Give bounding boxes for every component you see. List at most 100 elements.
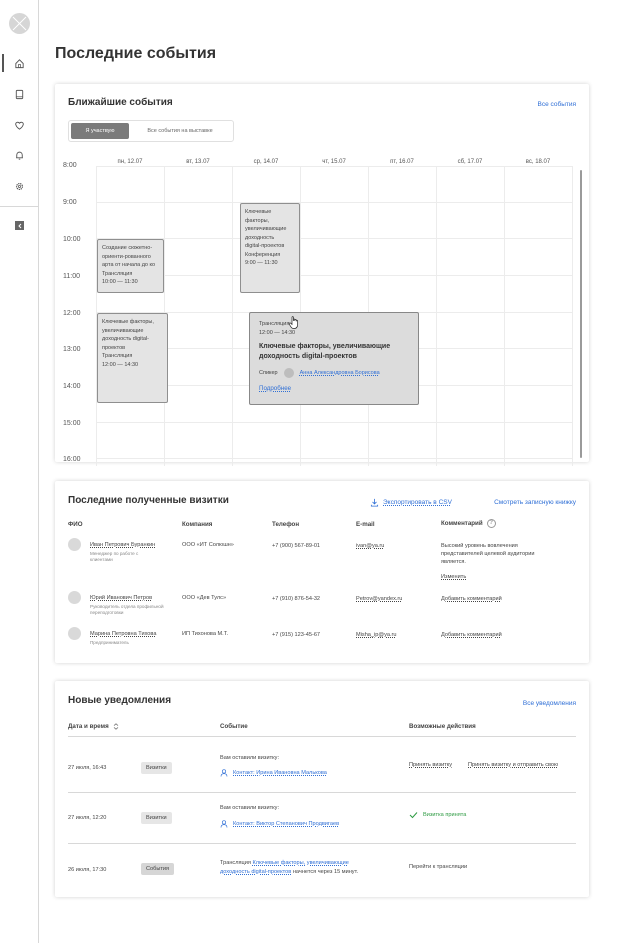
accept-and-send-link[interactable]: Принять визитку и отправить свою (468, 761, 558, 769)
calendar-event[interactable]: Ключевые факторы, увеличивающие доходнос… (97, 313, 168, 403)
events-filter-toggle: Я участвую Все события на выставке (68, 120, 234, 142)
event-line: доходность (245, 234, 275, 241)
popup-more-link[interactable]: Подробнее (259, 385, 291, 392)
notification-contact-wrap: Контакт: Ирина Ивановна Малькова (220, 769, 327, 777)
time-label: 9:00 (63, 199, 77, 206)
event-line: проектов (102, 344, 126, 351)
col-header-comment: Комментарий (441, 520, 483, 527)
grid-line (232, 166, 233, 466)
sidebar-collapse-button[interactable] (15, 221, 24, 230)
nav-notifications[interactable] (12, 148, 27, 163)
home-icon (15, 59, 24, 69)
contact-email[interactable]: ivan@ya.ru (356, 542, 384, 550)
nav-settings[interactable] (12, 179, 27, 194)
popup-speaker-link[interactable]: Анна Александровна Борисова (300, 370, 380, 376)
card-accepted-status: Визитка принята (409, 811, 466, 819)
download-icon (370, 498, 379, 507)
col-header-phone: Телефон (272, 521, 300, 528)
sidebar-divider (0, 206, 38, 207)
nav-catalog[interactable] (12, 87, 27, 102)
nav-favorites[interactable] (12, 118, 27, 133)
book-icon (15, 89, 24, 100)
event-line: Ключевые (245, 209, 272, 215)
all-events-link[interactable]: Все события (538, 101, 576, 108)
export-csv-wrap: Экспортировать в CSV (370, 498, 452, 507)
notification-contact-link[interactable]: Контакт: Виктор Степанович Продвигаев (233, 821, 339, 827)
event-line: Трансляция (102, 270, 133, 277)
event-link[interactable]: доходность digital-проектов (220, 869, 291, 875)
grid-line (572, 166, 573, 466)
nav-home[interactable] (12, 56, 27, 71)
filter-all-events[interactable]: Все события на выставке (129, 123, 231, 139)
contact-position: Предприниматель (90, 640, 129, 645)
business-cards-card: Последние полученные визитки Экспортиров… (55, 481, 589, 663)
notebook-link[interactable]: Смотреть записную книжку (494, 499, 576, 506)
col-header-name: ФИО (68, 521, 83, 528)
contact-avatar (68, 538, 81, 551)
calendar-scrollbar[interactable] (580, 170, 582, 458)
col-header-actions: Возможные действия (409, 723, 476, 730)
notification-badge: Визитки (141, 812, 172, 824)
export-csv-link[interactable]: Экспортировать в CSV (383, 499, 452, 506)
business-cards-title: Последние полученные визитки (68, 495, 229, 506)
user-avatar[interactable] (9, 13, 30, 34)
day-header: вс, 18.07 (525, 159, 551, 165)
calendar-event[interactable]: Создание сюжетно- ориенти-рованного арта… (97, 239, 164, 293)
col-header-event: Событие (220, 723, 248, 730)
event-detail-popup[interactable]: Трансляция 12:00 — 14:30 Ключевые фактор… (249, 312, 419, 405)
contact-avatar (68, 591, 81, 604)
grid-line (436, 166, 437, 466)
contact-name-link[interactable]: Иван Петрович Буранкин (90, 541, 155, 549)
all-notifications-link[interactable]: Все уведомления (523, 700, 576, 707)
event-line: 10:00 — 11:30 (102, 279, 138, 285)
accept-card-link[interactable]: Принять визитку (409, 761, 452, 769)
time-label: 8:00 (63, 162, 77, 169)
event-suffix: начнется через 15 минут. (292, 869, 359, 875)
contact-phone: +7 (900) 567-89-01 (272, 543, 321, 549)
contact-comment: Высокий уровень вовлечения представителе… (441, 543, 535, 565)
help-icon[interactable]: ? (486, 519, 496, 528)
hand-cursor-icon (288, 316, 298, 329)
day-header: пн, 12.07 (117, 159, 143, 165)
edit-comment-link[interactable]: Изменить (441, 573, 466, 581)
day-header: пт, 16.07 (390, 159, 414, 165)
col-header-date-wrap[interactable]: Дата и время (68, 723, 119, 730)
event-line: Трансляция (102, 353, 133, 359)
grid-line (96, 202, 573, 203)
col-header-comment-wrap: Комментарий ? (441, 519, 496, 528)
contact-name-link[interactable]: Юрий Иванович Петров (90, 594, 152, 602)
grid-line (96, 166, 573, 167)
time-label: 13:00 (63, 346, 81, 353)
notification-event-text: Трансляция Ключевые факторы, увеличивающ… (220, 859, 390, 867)
notification-contact-link[interactable]: Контакт: Ирина Ивановна Малькова (233, 770, 327, 776)
event-line: увеличивающие (102, 327, 144, 334)
contact-name-link[interactable]: Марина Петровна Тихова (90, 630, 156, 638)
day-header: сб, 17.07 (457, 159, 483, 165)
add-comment-link[interactable]: Добавить комментарий (441, 631, 502, 639)
contact-email[interactable]: Misha_ip@ya.ru (356, 631, 397, 639)
user-icon (220, 820, 228, 828)
go-to-stream-link[interactable]: Перейти к трансляции (409, 863, 467, 871)
nav-active-indicator (2, 54, 4, 72)
time-label: 10:00 (63, 236, 81, 243)
event-line: Создание сюжетно- (102, 245, 153, 251)
time-label: 11:00 (63, 273, 80, 280)
grid-line (96, 238, 573, 239)
event-line: Ключевые факторы, (102, 319, 154, 325)
add-comment-link[interactable]: Добавить комментарий (441, 595, 502, 603)
filter-my-events[interactable]: Я участвую (71, 123, 129, 139)
notification-date: 27 июля, 16:43 (68, 765, 107, 771)
avatar-placeholder-icon (12, 16, 27, 31)
notification-text: Вам оставили визитку: (220, 805, 280, 811)
contact-phone: +7 (915) 123-45-67 (272, 632, 321, 638)
time-label: 16:00 (63, 456, 81, 463)
popup-event-title: Ключевые факторы, увеличивающие доходнос… (259, 343, 391, 360)
contact-email[interactable]: Petrov@yandex.ru (356, 595, 402, 603)
calendar-event[interactable]: Ключевые факторы, увеличивающие доходнос… (240, 203, 300, 293)
event-line: арта от начала до ко (102, 262, 156, 268)
sidebar (0, 0, 39, 943)
row-separator (68, 736, 576, 737)
gear-icon (15, 182, 24, 191)
contact-company: ООО «Дев Тулс» (182, 595, 227, 601)
event-link[interactable]: Ключевые факторы, увеличивающие (252, 860, 348, 866)
